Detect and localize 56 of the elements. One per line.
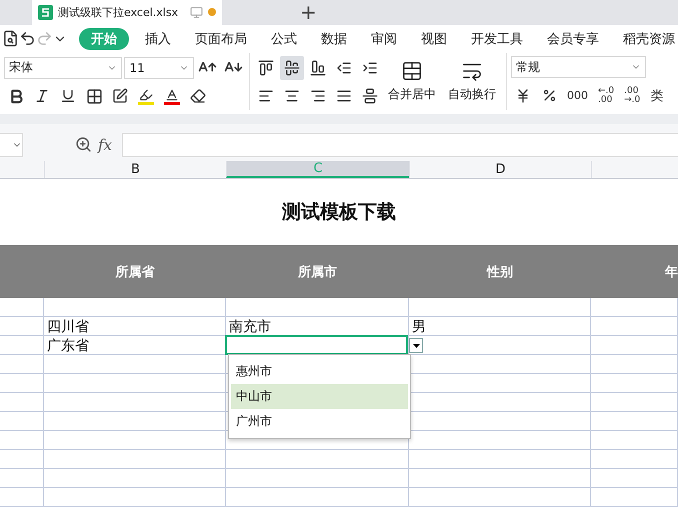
print-preview-icon[interactable] [2,30,19,48]
merge-center-button[interactable]: 合并居中 [382,60,442,104]
dropdown-option[interactable]: 广州市 [231,409,408,434]
formula-input[interactable] [122,132,678,157]
table-cell: 南充市 [226,317,409,336]
merge-cells-icon [401,60,423,82]
number-format-select[interactable]: 常规 [511,56,646,78]
table-cell [0,412,44,431]
document-tab[interactable]: 测试级联下拉excel.xlsx [32,0,222,25]
table-cell [0,469,44,488]
ribbon-tab[interactable]: 审阅 [359,28,409,50]
type-conversion-button[interactable]: 类 [646,86,668,105]
table-cell [0,488,44,507]
ribbon-tab[interactable]: 会员专享 [535,28,611,50]
new-tab-button[interactable]: + [292,0,325,25]
table-cell: 男 [409,317,591,336]
caret-icon [412,344,420,348]
dropdown-option[interactable]: 中山市 [231,384,408,409]
sheet-title: 测试模板下载 [280,200,397,225]
header-cell: 所属市 [226,245,409,298]
vertical-align-icon[interactable] [280,56,304,80]
table-cell: 四川省 [44,317,226,336]
font-name-select[interactable]: 宋体 [4,56,122,79]
ribbon-tab[interactable]: 页面布局 [183,28,259,50]
header-cell [0,245,44,298]
table-cell [0,355,44,374]
ribbon-tab[interactable]: 插入 [133,28,183,50]
document-title: 测试级联下拉excel.xlsx [58,4,180,20]
font-size-select[interactable]: 11 [124,56,194,79]
header-cell: 年 [591,245,678,298]
undo-icon[interactable] [19,30,36,48]
ribbon-tab[interactable]: 开发工具 [459,28,535,50]
thousands-separator-button[interactable]: 000 [563,89,592,102]
spreadsheet-icon [38,4,53,20]
column-header[interactable]: D [409,161,591,178]
zoom-icon[interactable] [75,136,92,154]
ribbon-tab[interactable]: 公式 [259,28,309,50]
dropdown-option[interactable]: 惠州市 [231,359,408,384]
table-cell [0,374,44,393]
header-cell: 性别 [409,245,591,298]
table-cell [0,450,44,469]
header-cell: 所属省 [44,245,226,298]
ribbon-tab[interactable]: 视图 [409,28,459,50]
table-cell: 广东省 [44,336,226,355]
decimal-button[interactable]: .00 →.0 [620,86,644,105]
fx-label: fx [98,136,112,154]
table-cell [0,393,44,412]
table-cell [0,317,44,336]
decimal-button[interactable]: ←.0 .00 [594,86,618,105]
ribbon-tab[interactable]: 稻壳资源 [611,28,678,50]
dropdown-button[interactable] [409,338,423,353]
ribbon-tab[interactable]: 数据 [309,28,359,50]
table-cell [0,298,44,317]
table-cell [0,431,44,450]
wrap-text-button[interactable]: 自动换行 [442,60,502,104]
table-cell [0,336,44,355]
